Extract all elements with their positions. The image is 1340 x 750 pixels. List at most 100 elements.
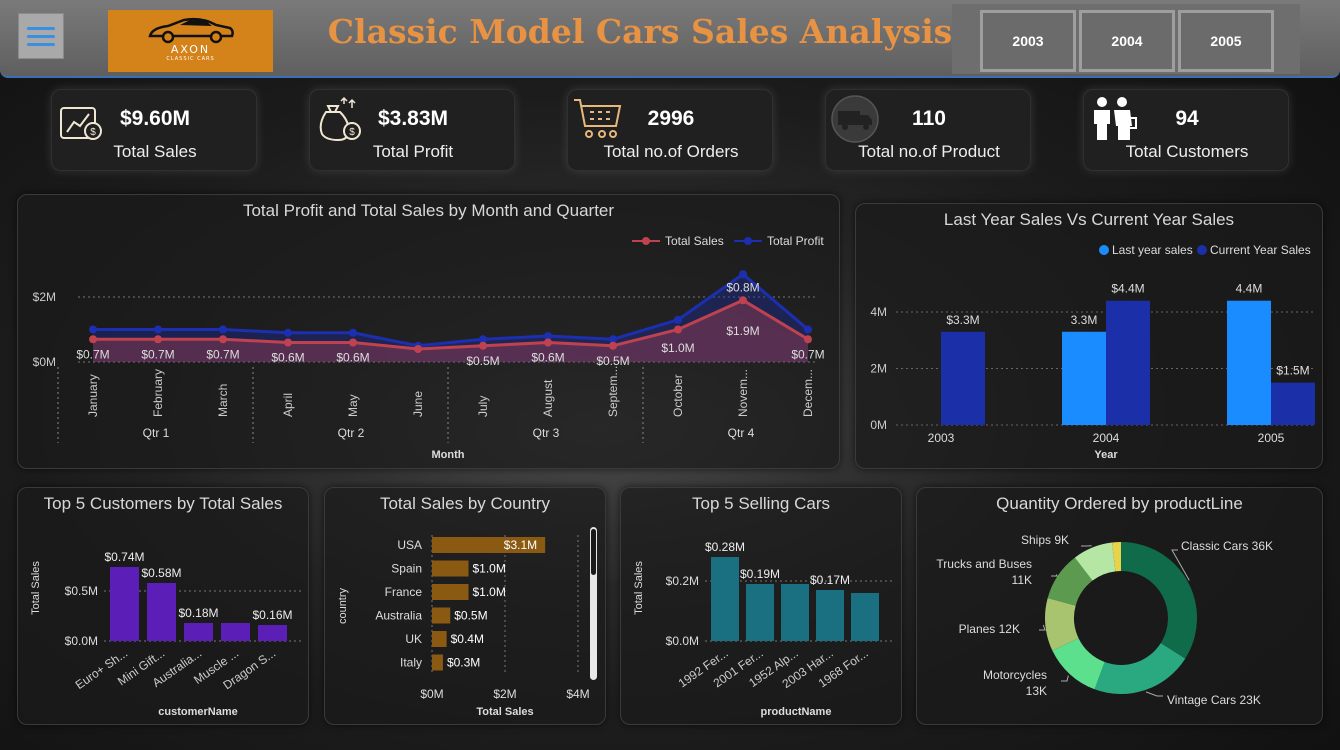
data-label: $0.4M (451, 632, 484, 646)
legend-marker (1099, 245, 1109, 255)
x-tick-label: May (346, 394, 360, 417)
data-point (349, 338, 357, 347)
bar (432, 654, 443, 671)
data-label: $0.6M (336, 351, 369, 365)
slice-label-line: Trucks and Buses (936, 557, 1032, 571)
year-slicer: 2003 2004 2005 (952, 4, 1300, 74)
y-tick-label: $0.5M (65, 584, 98, 598)
slice-label-line: Classic Cars 36K (1181, 539, 1273, 553)
country-scrollbar-thumb[interactable] (591, 529, 596, 575)
legend-marker (642, 237, 650, 245)
bar (816, 590, 844, 641)
x-tick-label: Novem... (736, 369, 750, 417)
legend-label: Total Profit (767, 234, 824, 248)
slice-label-line: 13K (1026, 684, 1047, 698)
data-label: $0.3M (447, 656, 480, 670)
logo-subtext: CLASSIC CARS (166, 56, 215, 62)
x-tick-label: April (281, 393, 295, 417)
data-label: $4.4M (1111, 282, 1144, 296)
data-label: $0.58M (141, 566, 181, 580)
data-point (804, 325, 812, 334)
leader-line (1051, 574, 1058, 577)
data-point (89, 325, 97, 334)
data-point (154, 335, 162, 344)
data-point (284, 338, 292, 347)
kpi-value: 110 (912, 107, 946, 130)
leader-line (1061, 675, 1069, 682)
kpi-value: $9.60M (119, 107, 191, 130)
data-label: $0.6M (531, 351, 564, 365)
data-label: $1.0M (661, 341, 694, 355)
year-2005-button[interactable]: 2005 (1178, 10, 1274, 72)
top-selling-cars-panel: Top 5 Selling Cars $0.0M $0.2M Total Sales… (620, 487, 902, 725)
data-point (154, 325, 162, 334)
data-point (739, 270, 747, 279)
data-label: $0.19M (740, 567, 780, 581)
bar (432, 607, 451, 624)
bar (147, 583, 176, 641)
y-tick-label: $0.0M (666, 634, 699, 648)
data-label: $0.17M (810, 573, 850, 587)
y-tick-label: $2M (33, 290, 56, 304)
x-tick-label: July (476, 396, 490, 417)
last-vs-current-year-panel: Last Year Sales Vs Current Year Sales 0M… (855, 203, 1323, 469)
y-tick-label: Australia (375, 609, 422, 623)
y-axis-title: Total Sales (633, 561, 645, 615)
data-label: $0.16M (252, 608, 292, 622)
year-2003-button[interactable]: 2003 (980, 10, 1076, 72)
data-point (804, 335, 812, 344)
kpi-value: $3.83M (377, 107, 449, 130)
kpi-total-products: 110 Total no.of Product (825, 89, 1031, 171)
bar (432, 560, 469, 577)
country-scrollbar-track[interactable] (590, 527, 597, 680)
year-2004-button[interactable]: 2004 (1079, 10, 1175, 72)
bar (258, 625, 287, 641)
x-tick-label: June (411, 391, 425, 417)
bar (746, 584, 774, 641)
slice-label-line: Ships 9K (1021, 533, 1069, 547)
slice-label-line: Vintage Cars 23K (1167, 693, 1261, 707)
x-axis-title: Year (1094, 449, 1118, 461)
x-axis-title: Total Sales (476, 706, 533, 718)
kpi-label: Total Customers (1125, 142, 1249, 161)
bar-last-year (1062, 331, 1106, 425)
x-tick-label: February (151, 369, 165, 417)
x-tick-label: March (216, 384, 230, 417)
logo-wordmark: AXON (170, 43, 211, 56)
data-label: $1.9M (726, 324, 759, 338)
x-tick-label: 2005 (1258, 431, 1285, 445)
donut-slice (1094, 643, 1186, 694)
line-chart-svg: $0M $2M Total Sales Total Profit $0.7M $0.7M $… (33, 234, 825, 461)
yoy-bar-chart-svg: 0M 2M 4M Last year sales Current Year Sales $… (870, 243, 1316, 461)
header-bar: AXON CLASSIC CARS Classic Model Cars Sal… (0, 0, 1340, 78)
top-customers-panel: Top 5 Customers by Total Sales $0.0M $0.5… (17, 487, 309, 725)
hamburger-menu-button[interactable] (18, 13, 64, 59)
data-label: $0.7M (76, 347, 109, 361)
bar (711, 557, 739, 641)
data-point (349, 328, 357, 337)
country-bar-chart-svg: $0M $2M $4M USA $3.1M Spain $1.0M France $1.0M Au… (337, 535, 590, 718)
y-tick-label: UK (405, 632, 422, 646)
bar (851, 593, 879, 641)
x-tick-label: August (541, 379, 555, 417)
x-axis-title: productName (761, 706, 832, 718)
data-point (219, 325, 227, 334)
y-tick-label: USA (397, 538, 422, 552)
y-tick-label: $0.0M (65, 634, 98, 648)
x-tick-label: Decem... (801, 369, 815, 417)
legend-label: Total Sales (665, 234, 724, 248)
legend-label: Current Year Sales (1210, 243, 1311, 257)
quantity-productline-panel: Quantity Ordered by productLine Classic … (916, 487, 1323, 725)
data-label: $0.28M (705, 540, 745, 554)
x-tick-label: $0M (420, 687, 443, 701)
menu-line (27, 42, 55, 46)
bar (221, 623, 250, 641)
kpi-label: Total no.of Product (858, 142, 1000, 161)
bar (781, 584, 809, 641)
data-label: $0.7M (791, 347, 824, 361)
slice-label: Vintage Cars 23K (1167, 693, 1261, 707)
data-label: $1.0M (473, 585, 506, 599)
data-label: $0.74M (104, 550, 144, 564)
bar-current-year (1271, 382, 1315, 425)
donut-chart-svg: Classic Cars 36K Vintage Cars 23K Motorcyc… (936, 533, 1273, 707)
